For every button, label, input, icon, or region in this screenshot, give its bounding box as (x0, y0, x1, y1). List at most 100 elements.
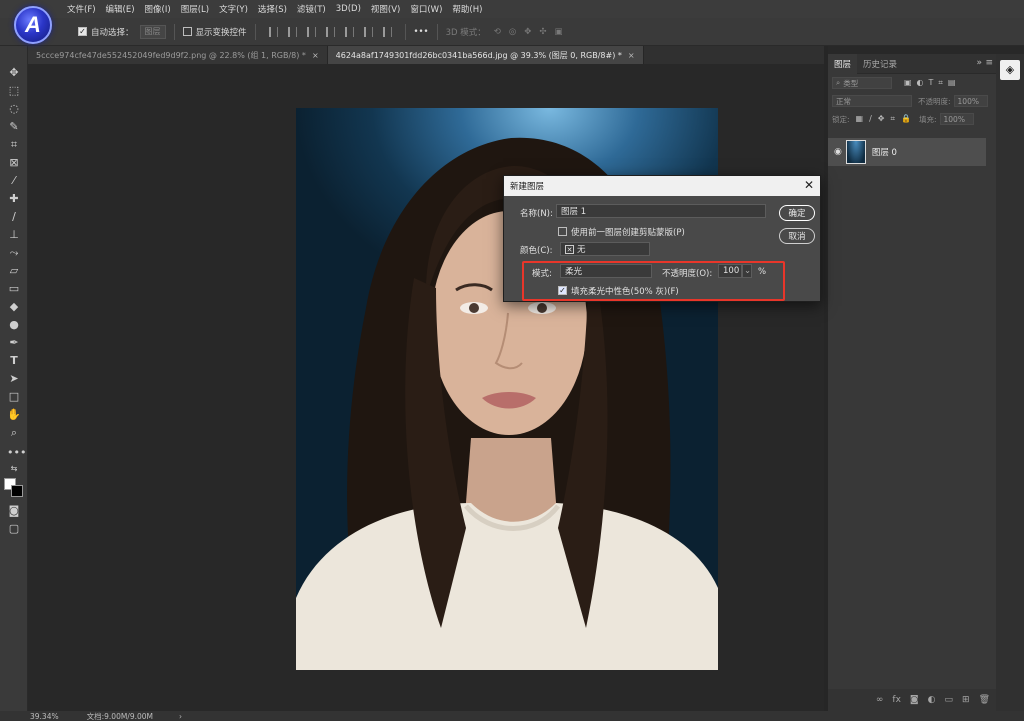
menu-filter[interactable]: 滤镜(T) (292, 3, 331, 15)
more-options-button[interactable]: ••• (414, 27, 429, 37)
align-right-icon[interactable] (306, 26, 316, 37)
status-bar: 39.34% 文档:9.00M/9.00M › (0, 711, 1024, 721)
background-color-swatch[interactable] (11, 485, 23, 497)
auto-select-target-dropdown[interactable]: 图层 (139, 24, 166, 39)
document-tabs: 5ccce974cfe47de552452049fed9d9f2.png @ 2… (28, 46, 824, 64)
zoom-tool-icon[interactable]: ⌕ (7, 426, 21, 440)
healing-tool-icon[interactable]: ✚ (7, 192, 21, 206)
cancel-button[interactable]: 取消 (779, 228, 815, 244)
align-center-icon[interactable] (287, 26, 297, 37)
quick-select-tool-icon[interactable]: ✎ (7, 120, 21, 134)
3d-roll-icon[interactable]: ◎ (509, 27, 516, 37)
delete-layer-icon[interactable]: 🗑 (979, 695, 990, 705)
eraser-tool-icon[interactable]: ▱ (7, 264, 21, 278)
name-field[interactable]: 图层 1 (556, 204, 766, 218)
3d-pan-icon[interactable]: ✥ (524, 27, 531, 37)
menu-help[interactable]: 帮助(H) (447, 3, 487, 15)
status-menu-arrow[interactable]: › (179, 712, 182, 721)
menu-edit[interactable]: 编辑(E) (101, 3, 140, 15)
options-bar: ✓ 自动选择： 图层 显示变换控件 ••• 3D 模式： ⟲ ◎ ✥ ✣ ▣ (0, 18, 1024, 46)
menu-file[interactable]: 文件(F) (62, 3, 101, 15)
layers-dock-icon[interactable]: ◈ (1000, 60, 1020, 80)
new-layer-icon[interactable]: ⊞ (962, 695, 970, 705)
tab-document-1-label: 5ccce974cfe47de552452049fed9d9f2.png @ 2… (36, 50, 306, 60)
stamp-tool-icon[interactable]: ⊥ (7, 228, 21, 242)
marquee-tool-icon[interactable]: ⬚ (7, 84, 21, 98)
close-icon[interactable]: ✕ (804, 178, 814, 192)
collapse-panel-icon[interactable]: » (976, 58, 982, 68)
auto-select-checkbox[interactable]: ✓ (78, 27, 87, 36)
new-group-icon[interactable]: ▭ (945, 695, 954, 705)
hand-tool-icon[interactable]: ✋ (7, 408, 21, 422)
pen-tool-icon[interactable]: ✒ (7, 336, 21, 350)
adjustment-layer-icon[interactable]: ◐ (928, 695, 936, 705)
history-brush-tool-icon[interactable]: ⤳ (7, 246, 21, 260)
blend-mode-dropdown[interactable]: 正常 (832, 95, 912, 107)
path-select-tool-icon[interactable]: ➤ (7, 372, 21, 386)
gradient-tool-icon[interactable]: ▭ (7, 282, 21, 296)
fx-icon[interactable]: fx (892, 695, 901, 705)
layer-name[interactable]: 图层 0 (872, 146, 897, 158)
lock-icons[interactable]: ▦∕✥⌗🔒 (856, 114, 917, 124)
edit-toolbar-icon[interactable]: ••• (7, 446, 26, 460)
tab-close-icon[interactable]: × (312, 51, 319, 60)
filter-icons[interactable]: ▣◐T⌗▤ (904, 78, 961, 88)
divider (436, 23, 438, 40)
layer-row[interactable]: ◉ 图层 0 (828, 138, 986, 166)
panel-menu-icon[interactable]: ≡ (985, 58, 993, 68)
tab-document-2[interactable]: 4624a8af1749301fdd26bc0341ba566d.jpg @ 3… (327, 46, 644, 64)
lock-row: 锁定: ▦∕✥⌗🔒 填充: 100% (828, 110, 996, 128)
opacity-label: 不透明度: (918, 96, 951, 106)
color-value: 无 (577, 245, 586, 255)
menu-image[interactable]: 图像(I) (140, 3, 176, 15)
3d-slide-icon[interactable]: ✣ (539, 27, 546, 37)
crop-tool-icon[interactable]: ⌗ (7, 138, 21, 152)
align-bottom-icon[interactable] (363, 26, 373, 37)
type-tool-icon[interactable]: T (7, 354, 21, 368)
toolbox: ✥ ⬚ ◌ ✎ ⌗ ⊠ ⁄ ✚ ∕ ⊥ ⤳ ▱ ▭ ◆ ● ✒ T ➤ □ ✋ … (0, 46, 28, 711)
tab-history[interactable]: 历史记录 (857, 54, 903, 74)
layer-filter-dropdown[interactable]: ⌕ 类型 (832, 77, 892, 89)
tab-close-icon[interactable]: × (628, 51, 635, 60)
menu-3d[interactable]: 3D(D) (331, 4, 366, 14)
swap-colors-icon[interactable]: ⇆ (7, 462, 21, 476)
opacity-field[interactable]: 100% (953, 95, 988, 107)
menu-view[interactable]: 视图(V) (366, 3, 405, 15)
clip-mask-checkbox[interactable] (558, 227, 567, 236)
blur-tool-icon[interactable]: ◆ (7, 300, 21, 314)
3d-scale-icon[interactable]: ▣ (555, 27, 563, 37)
quick-mask-icon[interactable]: ◙ (7, 504, 21, 518)
canvas-area[interactable] (28, 64, 824, 711)
color-label: 颜色(C): (520, 246, 553, 256)
fill-field[interactable]: 100% (939, 113, 974, 125)
rectangle-tool-icon[interactable]: □ (7, 390, 21, 404)
tab-layers[interactable]: 图层 (828, 53, 858, 74)
menu-layer[interactable]: 图层(L) (176, 3, 214, 15)
3d-orbit-icon[interactable]: ⟲ (494, 27, 501, 37)
move-tool-icon[interactable]: ✥ (7, 66, 21, 80)
menu-select[interactable]: 选择(S) (253, 3, 292, 15)
tab-document-1[interactable]: 5ccce974cfe47de552452049fed9d9f2.png @ 2… (28, 46, 328, 64)
menu-window[interactable]: 窗口(W) (405, 3, 447, 15)
lasso-tool-icon[interactable]: ◌ (7, 102, 21, 116)
brush-tool-icon[interactable]: ∕ (7, 210, 21, 224)
visibility-eye-icon[interactable]: ◉ (834, 147, 842, 157)
layer-thumbnail (845, 140, 866, 164)
logo-letter: A (25, 12, 41, 37)
align-middle-icon[interactable] (344, 26, 354, 37)
distribute-icon[interactable] (382, 26, 392, 37)
zoom-level[interactable]: 39.34% (30, 712, 59, 721)
align-top-icon[interactable] (325, 26, 335, 37)
link-layers-icon[interactable]: ∞ (876, 695, 884, 705)
menu-type[interactable]: 文字(Y) (214, 3, 253, 15)
color-dropdown[interactable]: ✕ 无 (560, 242, 650, 256)
eyedropper-tool-icon[interactable]: ⁄ (7, 174, 21, 188)
screen-mode-icon[interactable]: ▢ (7, 522, 21, 536)
add-mask-icon[interactable]: ◙ (910, 695, 919, 705)
frame-tool-icon[interactable]: ⊠ (7, 156, 21, 170)
show-transform-checkbox[interactable] (182, 27, 192, 36)
dodge-tool-icon[interactable]: ● (7, 318, 21, 332)
align-left-icon[interactable] (268, 26, 278, 37)
lock-label: 锁定: (832, 114, 850, 124)
ok-button[interactable]: 确定 (779, 205, 815, 221)
